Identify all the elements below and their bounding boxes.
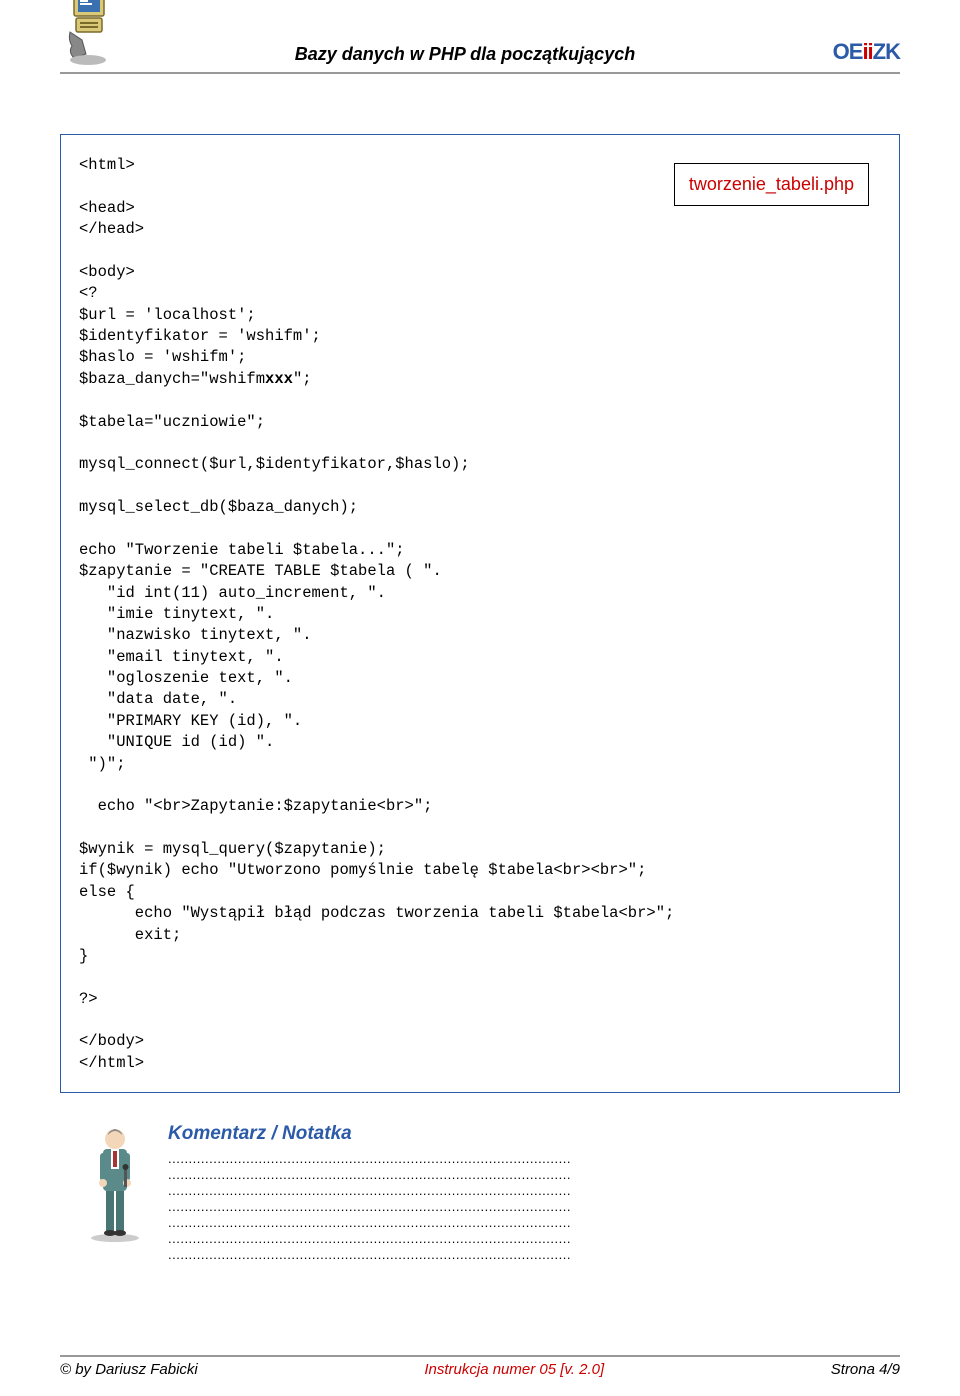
code-line: $haslo = 'wshifm'; bbox=[79, 348, 246, 366]
code-line: mysql_select_db($baza_danych); bbox=[79, 498, 358, 516]
code-line: <? bbox=[79, 284, 98, 302]
notes-section: Komentarz / Notatka ....................… bbox=[60, 1123, 900, 1263]
header-icon-wrap bbox=[60, 10, 130, 70]
notes-title: Komentarz / Notatka bbox=[168, 1123, 900, 1145]
code-line: $zapytanie = "CREATE TABLE $tabela ( ". bbox=[79, 562, 442, 580]
page-header: Bazy danych w PHP dla początkujących OEi… bbox=[0, 0, 960, 72]
code-line: $url = 'localhost'; bbox=[79, 306, 256, 324]
computer-icon bbox=[66, 0, 114, 70]
code-line: else { bbox=[79, 883, 135, 901]
code-line: </body> bbox=[79, 1032, 144, 1050]
code-line: $wynik = mysql_query($zapytanie); bbox=[79, 840, 386, 858]
header-title: Bazy danych w PHP dla początkujących bbox=[130, 44, 800, 70]
footer-right: Strona 4/9 bbox=[831, 1361, 900, 1378]
page-footer: © by Dariusz Fabicki Instrukcja numer 05… bbox=[60, 1355, 900, 1378]
file-label: tworzenie_tabeli.php bbox=[674, 163, 869, 206]
code-line: "; bbox=[293, 370, 312, 388]
code-line: if($wynik) echo "Utworzono pomyślnie tab… bbox=[79, 861, 646, 879]
note-dotted-line: ........................................… bbox=[168, 1167, 900, 1182]
code-line: <body> bbox=[79, 263, 135, 281]
code-line: echo "Wystąpił błąd podczas tworzenia ta… bbox=[79, 904, 674, 922]
code-line: "PRIMARY KEY (id), ". bbox=[79, 712, 302, 730]
code-line: </html> bbox=[79, 1054, 144, 1072]
note-dotted-line: ........................................… bbox=[168, 1199, 900, 1214]
code-line: } bbox=[79, 947, 88, 965]
code-line: echo "Tworzenie tabeli $tabela..."; bbox=[79, 541, 405, 559]
note-dotted-line: ........................................… bbox=[168, 1247, 900, 1262]
note-dotted-line: ........................................… bbox=[168, 1151, 900, 1166]
code-line: mysql_connect($url,$identyfikator,$haslo… bbox=[79, 455, 470, 473]
code-block: tworzenie_tabeli.php <html> <head> </head… bbox=[60, 134, 900, 1093]
code-line: "nazwisko tinytext, ". bbox=[79, 626, 312, 644]
code-line: "email tinytext, ". bbox=[79, 648, 284, 666]
code-line: $identyfikator = 'wshifm'; bbox=[79, 327, 321, 345]
code-line: $tabela="uczniowie"; bbox=[79, 413, 265, 431]
code-line: "ogloszenie text, ". bbox=[79, 669, 293, 687]
footer-center: Instrukcja numer 05 [v. 2.0] bbox=[424, 1361, 604, 1378]
code-line: ?> bbox=[79, 990, 98, 1008]
code-line: "imie tinytext, ". bbox=[79, 605, 274, 623]
person-icon bbox=[80, 1123, 150, 1243]
code-line: <head> bbox=[79, 199, 135, 217]
code-line: "UNIQUE id (id) ". bbox=[79, 733, 274, 751]
note-dotted-line: ........................................… bbox=[168, 1231, 900, 1246]
code-line: </head> bbox=[79, 220, 144, 238]
code-line: exit; bbox=[79, 926, 181, 944]
code-line: <html> bbox=[79, 156, 135, 174]
notes-lines: ........................................… bbox=[168, 1151, 900, 1262]
footer-rule bbox=[60, 1355, 900, 1357]
code-line: $baza_danych="wshifm bbox=[79, 370, 265, 388]
code-bold: xxx bbox=[265, 370, 293, 388]
footer-left: © by Dariusz Fabicki bbox=[60, 1361, 198, 1378]
header-logo: OEiiZK bbox=[800, 39, 900, 70]
note-dotted-line: ........................................… bbox=[168, 1183, 900, 1198]
note-dotted-line: ........................................… bbox=[168, 1215, 900, 1230]
code-line: "id int(11) auto_increment, ". bbox=[79, 584, 386, 602]
code-line: "data date, ". bbox=[79, 690, 237, 708]
code-line: echo "<br>Zapytanie:$zapytanie<br>"; bbox=[79, 797, 432, 815]
code-line: ")"; bbox=[79, 755, 126, 773]
